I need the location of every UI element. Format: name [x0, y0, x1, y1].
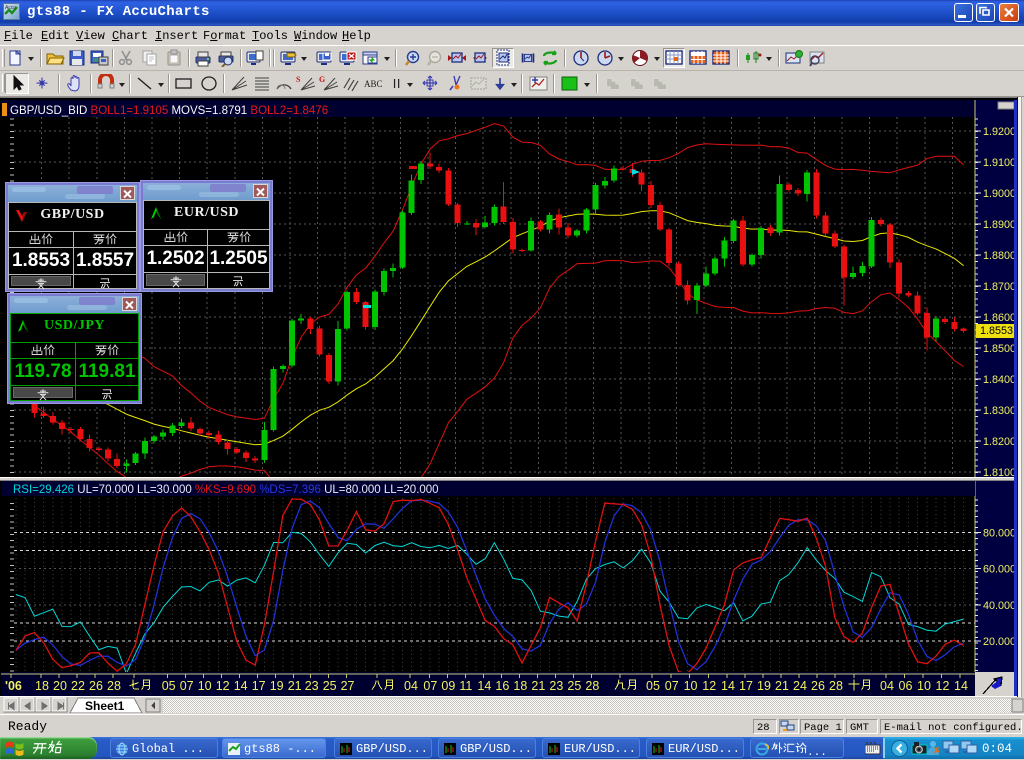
svg-text:G: G [319, 75, 325, 84]
svg-text:16: 16 [495, 679, 509, 693]
svg-text:09: 09 [441, 679, 455, 693]
svg-text:28: 28 [585, 679, 599, 693]
svg-text:07: 07 [180, 679, 194, 693]
svg-text:20: 20 [53, 679, 67, 693]
svg-text:12: 12 [216, 679, 230, 693]
svg-text:23: 23 [305, 679, 319, 693]
svg-text:GBP/USD_BID BOLL1=1.9105 MOVS=: GBP/USD_BID BOLL1=1.9105 MOVS=1.8791 BOL… [10, 105, 328, 117]
svg-text:17: 17 [252, 679, 266, 693]
svg-text:1.8200: 1.8200 [983, 436, 1016, 448]
svg-text:Sheet1: Sheet1 [85, 699, 125, 713]
svg-text:06: 06 [899, 679, 913, 693]
svg-text:1.8553: 1.8553 [980, 325, 1013, 337]
svg-text:12: 12 [936, 679, 950, 693]
svg-text:RSI=29.426 UL=70.000 LL=30.000: RSI=29.426 UL=70.000 LL=30.000 %KS=9.690… [13, 484, 439, 496]
svg-text:24: 24 [793, 679, 807, 693]
svg-text:1.9000: 1.9000 [983, 188, 1016, 200]
svg-text:25: 25 [323, 679, 337, 693]
svg-text:1.9200: 1.9200 [983, 126, 1016, 138]
svg-text:21: 21 [531, 679, 545, 693]
svg-text:04: 04 [880, 679, 894, 693]
svg-text:26: 26 [89, 679, 103, 693]
svg-text:27: 27 [341, 679, 355, 693]
svg-text:1.8800: 1.8800 [983, 250, 1016, 262]
svg-text:04: 04 [404, 679, 418, 693]
svg-text:ABC: ABC [364, 79, 383, 89]
svg-text:26: 26 [811, 679, 825, 693]
svg-text:18: 18 [513, 679, 527, 693]
svg-text:80.000: 80.000 [983, 527, 1016, 539]
svg-text:1.8700: 1.8700 [983, 281, 1016, 293]
svg-text:'06: '06 [5, 679, 22, 693]
svg-text:05: 05 [646, 679, 660, 693]
svg-text:1.8900: 1.8900 [983, 219, 1016, 231]
svg-text:23: 23 [549, 679, 563, 693]
svg-text:10: 10 [198, 679, 212, 693]
svg-text:1.8300: 1.8300 [983, 405, 1016, 417]
svg-text:14: 14 [234, 679, 248, 693]
svg-text:1.8400: 1.8400 [983, 374, 1016, 386]
svg-text:14: 14 [954, 679, 968, 693]
svg-text:40.000: 40.000 [983, 600, 1016, 612]
svg-text:1.8600: 1.8600 [983, 312, 1016, 324]
svg-text:28: 28 [829, 679, 843, 693]
svg-text:S: S [296, 75, 301, 84]
svg-text:22: 22 [71, 679, 85, 693]
svg-text:14: 14 [721, 679, 735, 693]
svg-text:07: 07 [423, 679, 437, 693]
svg-text:07: 07 [665, 679, 679, 693]
svg-text:25: 25 [567, 679, 581, 693]
svg-text:14: 14 [477, 679, 491, 693]
svg-text:28: 28 [107, 679, 121, 693]
svg-text:20.000: 20.000 [983, 636, 1016, 648]
svg-text:11: 11 [459, 679, 472, 693]
svg-text:17: 17 [739, 679, 753, 693]
svg-text:21: 21 [288, 679, 302, 693]
svg-text:Accu: Accu [5, 5, 16, 11]
svg-text:10: 10 [917, 679, 931, 693]
svg-text:12: 12 [702, 679, 716, 693]
svg-text:19: 19 [757, 679, 771, 693]
svg-text:05: 05 [162, 679, 176, 693]
svg-text:1.9100: 1.9100 [983, 157, 1016, 169]
svg-text:1.8500: 1.8500 [983, 343, 1016, 355]
svg-text:21: 21 [775, 679, 789, 693]
svg-text:19: 19 [270, 679, 284, 693]
svg-text:10: 10 [684, 679, 698, 693]
svg-text:60.000: 60.000 [983, 564, 1016, 576]
svg-text:18: 18 [35, 679, 49, 693]
